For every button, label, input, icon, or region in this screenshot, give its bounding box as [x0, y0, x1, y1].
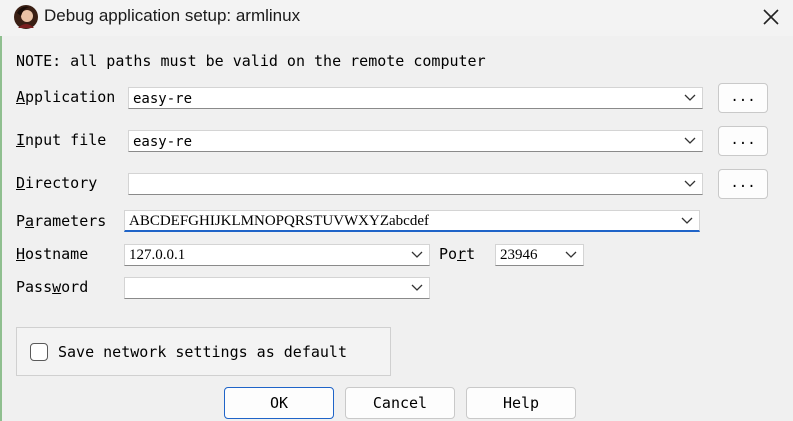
- port-combo[interactable]: 23946: [495, 244, 584, 266]
- parameters-value[interactable]: ABCDEFGHIJKLMNOPQRSTUVWXYZabcdef: [129, 213, 429, 230]
- chevron-down-icon: [684, 180, 696, 187]
- ok-button[interactable]: OK: [224, 387, 334, 419]
- directory-combo[interactable]: [128, 173, 703, 195]
- hostname-value: 127.0.0.1: [129, 247, 186, 263]
- directory-label: Directory: [16, 174, 98, 192]
- save-settings-label[interactable]: Save network settings as default: [58, 343, 347, 361]
- network-settings-group: Save network settings as default: [16, 327, 391, 376]
- chevron-down-icon: [411, 251, 423, 258]
- close-icon[interactable]: [758, 4, 784, 30]
- application-combo[interactable]: easy-re: [128, 87, 703, 109]
- hostname-combo[interactable]: 127.0.0.1: [124, 244, 430, 266]
- chevron-down-icon: [684, 94, 696, 101]
- note-text: NOTE: all paths must be valid on the rem…: [16, 52, 486, 70]
- input-file-label: Input file: [16, 131, 107, 149]
- input-file-browse-button[interactable]: ...: [718, 126, 768, 156]
- chevron-down-icon: [681, 217, 693, 224]
- help-button[interactable]: Help: [466, 387, 576, 419]
- port-value: 23946: [500, 247, 538, 263]
- parameters-combo[interactable]: ABCDEFGHIJKLMNOPQRSTUVWXYZabcdef: [124, 210, 700, 232]
- window-title: Debug application setup: armlinux: [44, 6, 301, 25]
- input-file-value: easy-re: [133, 134, 193, 150]
- title-bar: Debug application setup: armlinux: [0, 0, 793, 36]
- background-window-edge: [0, 36, 2, 421]
- input-file-combo[interactable]: easy-re: [128, 130, 703, 152]
- password-combo[interactable]: [124, 277, 430, 299]
- app-avatar-icon: [14, 5, 38, 29]
- application-label: Application: [16, 88, 116, 106]
- parameters-label: Parameters: [16, 212, 107, 230]
- password-label: Password: [16, 278, 89, 296]
- application-browse-button[interactable]: ...: [718, 83, 768, 113]
- directory-browse-button[interactable]: ...: [718, 169, 768, 199]
- chevron-down-icon: [565, 251, 577, 258]
- save-settings-checkbox[interactable]: [30, 343, 48, 361]
- hostname-label: Hostname: [16, 245, 89, 263]
- chevron-down-icon: [684, 137, 696, 144]
- port-label: Port: [439, 245, 476, 263]
- cancel-button[interactable]: Cancel: [345, 387, 455, 419]
- chevron-down-icon: [411, 284, 423, 291]
- application-value: easy-re: [133, 91, 193, 107]
